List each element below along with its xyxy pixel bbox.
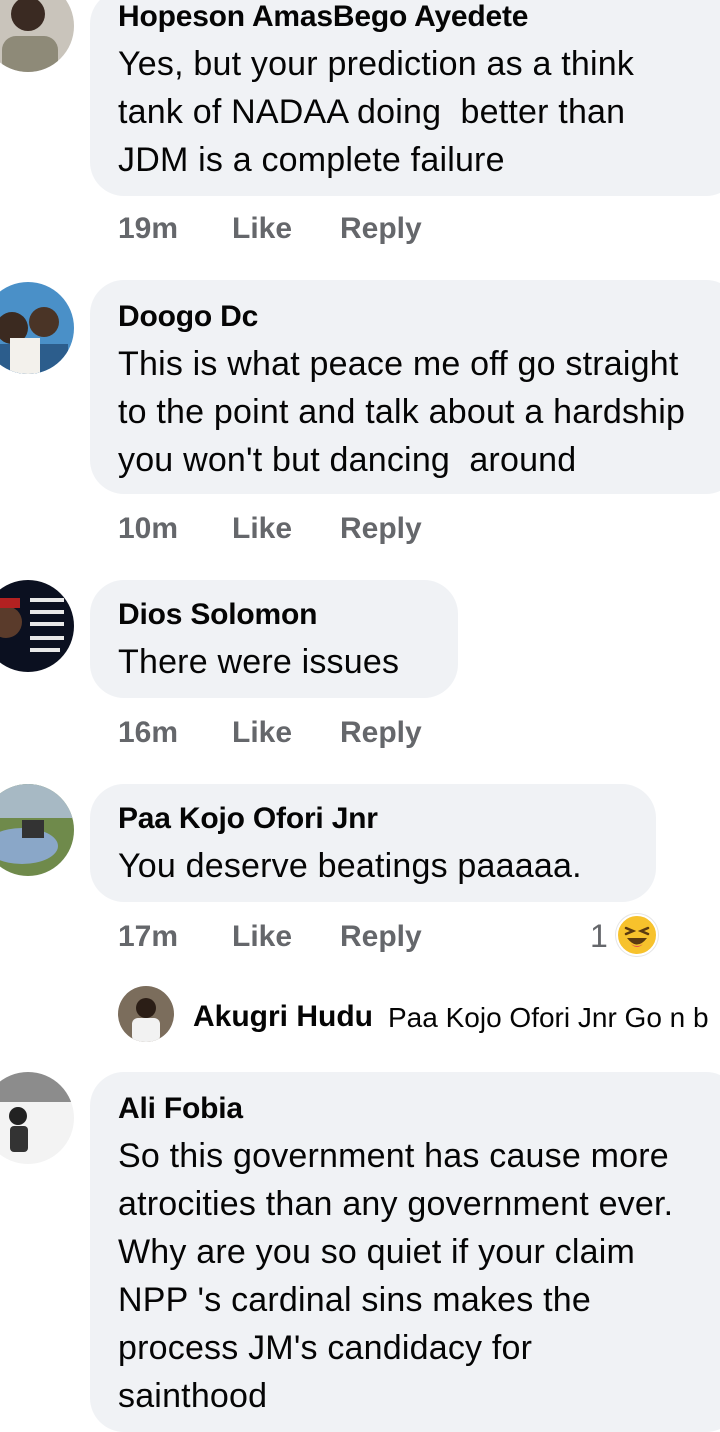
comment-bubble[interactable]: Paa Kojo Ofori Jnr You deserve beatings … (90, 784, 656, 902)
comment-line: process JM's candidacy for (118, 1329, 533, 1367)
comment-bubble[interactable]: Doogo Dc This is what peace me off go st… (90, 280, 720, 494)
reply-button[interactable]: Reply (340, 212, 422, 246)
laughing-face-icon[interactable] (616, 914, 658, 956)
avatar[interactable] (0, 1072, 74, 1164)
timestamp: 16m (118, 716, 179, 749)
reply-button[interactable]: Reply (340, 716, 422, 750)
like-button[interactable]: Like (232, 716, 292, 750)
timestamp: 17m (118, 920, 179, 953)
comment-line: NPP 's cardinal sins makes the (118, 1281, 591, 1319)
comment-bubble[interactable]: Dios Solomon There were issues (90, 580, 458, 698)
like-button[interactable]: Like (232, 212, 292, 246)
comment-line: Yes, but your prediction as a think (118, 45, 635, 83)
reply-text: Paa Kojo Ofori Jnr Go n b (388, 1002, 709, 1033)
comment-line: JDM is a complete failure (118, 141, 505, 179)
comment-line: This is what peace me off go straight (118, 345, 679, 383)
comment-line: Why are you so quiet if your claim (118, 1233, 635, 1271)
like-button[interactable]: Like (232, 512, 292, 546)
comment-line: You deserve beatings paaaaa. (118, 847, 582, 885)
reply-author-name[interactable]: Akugri Hudu (193, 1000, 373, 1034)
comment-bubble[interactable]: Hopeson AmasBego Ayedete Yes, but your p… (90, 0, 720, 196)
comment-line: atrocities than any government ever. (118, 1185, 674, 1223)
avatar[interactable] (0, 282, 74, 374)
comment-line: you won't but dancing around (118, 441, 577, 479)
commenter-name[interactable]: Ali Fobia (118, 1092, 243, 1126)
comment-line: tank of NADAA doing better than (118, 93, 626, 131)
reply-avatar[interactable] (118, 986, 174, 1042)
avatar[interactable] (0, 580, 74, 672)
avatar[interactable] (0, 784, 74, 876)
avatar[interactable] (0, 0, 74, 72)
reply-button[interactable]: Reply (340, 920, 422, 954)
reply-button[interactable]: Reply (340, 512, 422, 546)
reaction-count[interactable]: 1 (590, 918, 608, 955)
commenter-name[interactable]: Dios Solomon (118, 598, 317, 632)
comment-line: So this government has cause more (118, 1137, 669, 1175)
comment-line: sainthood (118, 1377, 268, 1415)
commenter-name[interactable]: Doogo Dc (118, 300, 258, 334)
commenter-name[interactable]: Paa Kojo Ofori Jnr (118, 802, 378, 836)
timestamp: 10m (118, 512, 179, 545)
like-button[interactable]: Like (232, 920, 292, 954)
comment-line: to the point and talk about a hardship (118, 393, 686, 431)
comment-line: There were issues (118, 643, 400, 681)
timestamp: 19m (118, 212, 179, 245)
comment-bubble[interactable]: Ali Fobia So this government has cause m… (90, 1072, 720, 1432)
commenter-name[interactable]: Hopeson AmasBego Ayedete (118, 0, 528, 34)
